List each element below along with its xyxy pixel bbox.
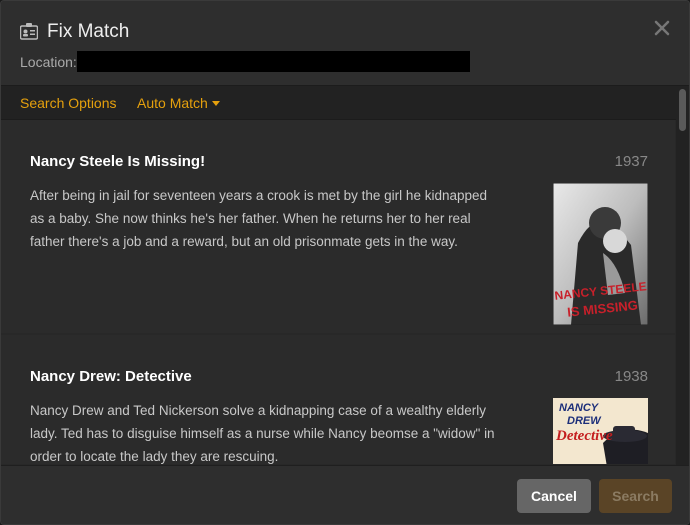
- dialog-header: Fix Match Location:: [1, 1, 689, 85]
- result-summary: After being in jail for seventeen years …: [30, 188, 488, 249]
- search-options-label: Search Options: [20, 95, 117, 111]
- fix-match-dialog: Fix Match Location: Search Options Auto …: [0, 0, 690, 525]
- result-poster: NANCY STEELE IS MISSING: [553, 183, 648, 325]
- poster-title-line3: Detective: [555, 428, 613, 444]
- result-summary: Nancy Drew and Ted Nickerson solve a kid…: [30, 403, 495, 464]
- match-result-item[interactable]: Nancy Steele Is Missing! 1937 After bein…: [1, 120, 675, 333]
- auto-match-dropdown[interactable]: Auto Match: [137, 95, 220, 112]
- poster-title-line1: NANCY: [559, 402, 600, 414]
- search-options-link[interactable]: Search Options: [20, 95, 117, 112]
- result-title: Nancy Drew: Detective: [30, 368, 192, 385]
- match-results-list: Nancy Steele Is Missing! 1937 After bein…: [1, 120, 675, 464]
- match-toolbar: Search Options Auto Match: [1, 85, 689, 120]
- cancel-button[interactable]: Cancel: [517, 479, 591, 513]
- close-icon[interactable]: [653, 19, 671, 37]
- auto-match-label: Auto Match: [137, 95, 208, 111]
- result-poster: NANCY DREW Detective: [553, 398, 648, 464]
- location-value-redacted: [77, 51, 470, 72]
- scrollbar-thumb[interactable]: [679, 89, 686, 131]
- poster-title-line2: DREW: [567, 415, 602, 427]
- dialog-title: Fix Match: [47, 21, 130, 42]
- id-card-icon: [20, 23, 38, 40]
- dialog-footer: Cancel Search: [1, 465, 689, 524]
- result-year: 1938: [614, 368, 648, 385]
- search-button[interactable]: Search: [599, 479, 672, 513]
- result-title: Nancy Steele Is Missing!: [30, 153, 206, 170]
- location-label: Location:: [20, 54, 77, 70]
- caret-down-icon: [211, 101, 220, 106]
- result-year: 1937: [614, 153, 648, 170]
- match-result-item[interactable]: Nancy Drew: Detective 1938 Nancy Drew an…: [1, 335, 675, 464]
- results-scrollbar[interactable]: [676, 87, 689, 465]
